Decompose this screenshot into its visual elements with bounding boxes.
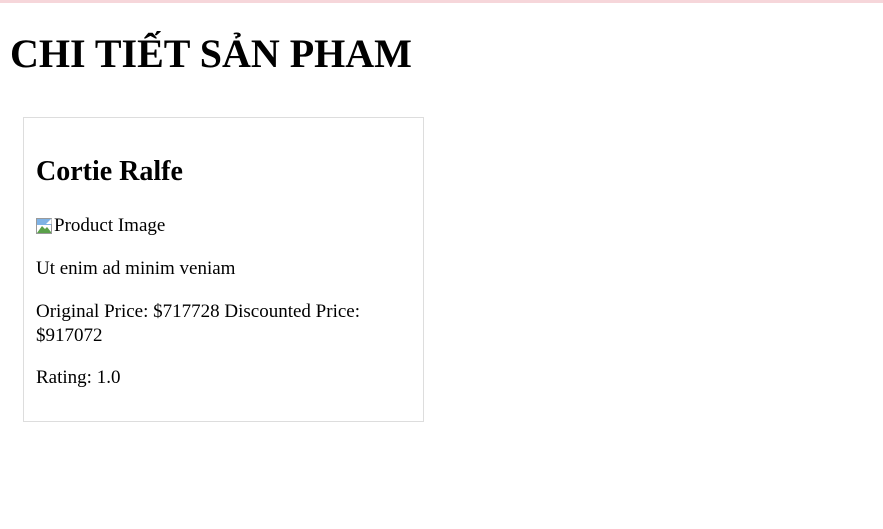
product-image-alt-text: Product Image — [54, 215, 166, 236]
product-price: Original Price: $717728 Discounted Price… — [36, 301, 360, 346]
broken-image-icon — [36, 218, 52, 234]
product-rating: Rating: 1.0 — [36, 367, 121, 388]
product-card: Cortie Ralfe Product Image Ut enim ad mi… — [23, 117, 424, 422]
product-name: Cortie Ralfe — [36, 156, 183, 187]
product-image: Product Image — [36, 214, 165, 238]
product-description: Ut enim ad minim veniam — [36, 258, 236, 279]
page-title: CHI TIẾT SẢN PHAM — [10, 31, 412, 76]
top-border-strip — [0, 0, 883, 3]
